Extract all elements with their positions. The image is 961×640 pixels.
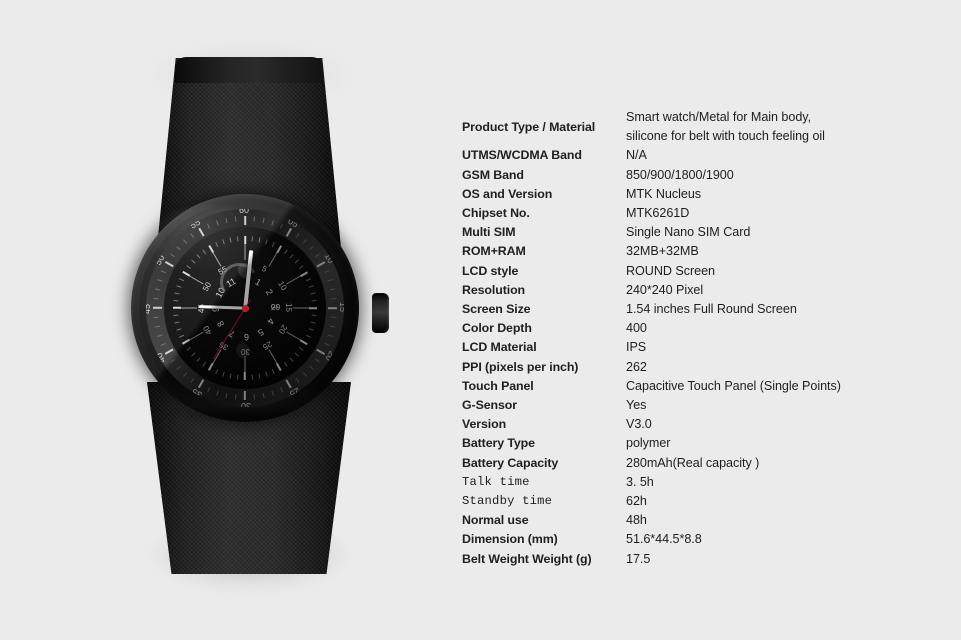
spec-row: Battery Capacity 280mAh(Real capacity ) (462, 454, 952, 473)
spec-row: Chipset No. MTK6261D (462, 204, 952, 223)
spec-row: Resolution 240*240 Pixel (462, 281, 952, 300)
spec-label: Normal use (462, 513, 529, 528)
spec-row: OS and Version MTK Nucleus (462, 185, 952, 204)
spec-label: PPI (pixels per inch) (462, 359, 579, 374)
bezel-numeral: 30 (240, 401, 251, 407)
dial-hour-numeral: 4 (265, 316, 277, 326)
spec-value: 51.6*44.5*8.8 (626, 532, 702, 547)
spec-row: Standby time 62h (462, 492, 952, 511)
spec-value: Capacitive Touch Panel (Single Points) (626, 378, 841, 393)
spec-value-line: Smart watch/Metal for Main body, (626, 110, 812, 124)
spec-label: GSM Band (462, 167, 524, 182)
spec-value: 48h (626, 513, 647, 528)
spec-value: polymer (626, 436, 671, 451)
dial-date-indicator: 29 (271, 303, 281, 312)
spec-label: Belt Weight Weight (g) (462, 551, 592, 566)
spec-label: Talk time (462, 474, 530, 489)
specification-table: Product Type / Material Smart watch/Metal… (462, 108, 952, 569)
spec-label: Resolution (462, 282, 526, 297)
spec-row: Dimension (mm) 51.6*44.5*8.8 (462, 530, 952, 549)
spec-value: Yes (626, 398, 647, 413)
spec-label: Screen Size (462, 302, 531, 317)
dial-hour-numeral: 6 (243, 332, 249, 342)
spec-value: IPS (626, 340, 647, 355)
spec-row: Product Type / Material Smart watch/Metal… (462, 108, 952, 146)
spec-value: Smart watch/Metal for Main body, silicone… (626, 108, 952, 146)
spec-value-line: silicone for belt with touch feeling oil (626, 129, 825, 144)
spec-row: ROM+RAM 32MB+32MB (462, 242, 952, 261)
spec-value: 262 (626, 359, 647, 374)
spec-label: Touch Panel (462, 378, 534, 393)
watch-strap-top-edge (175, 57, 323, 83)
spec-label: Chipset No. (462, 206, 530, 221)
spec-row: UTMS/WCDMA Band N/A (462, 146, 952, 165)
spec-label: Product Type / Material (462, 119, 596, 134)
spec-label: Battery Capacity (462, 455, 559, 470)
spec-label: OS and Version (462, 186, 553, 201)
spec-value: MTK Nucleus (626, 186, 702, 201)
product-image-smartwatch: 60 05 10 15 20 25 30 35 40 45 50 55 5 10 15 20 25 30 35 40… (0, 0, 450, 640)
spec-label: LCD Material (462, 340, 537, 355)
product-spec-page: 60 05 10 15 20 25 30 35 40 45 50 55 5 10 15 20 25 30 35 40… (0, 0, 961, 640)
spec-label: Standby time (462, 494, 553, 509)
bezel-numeral: 15 (338, 302, 344, 313)
spec-label: UTMS/WCDMA Band (462, 148, 582, 163)
spec-row: Screen Size 1.54 inches Full Round Screen (462, 300, 952, 319)
spec-row: Touch Panel Capacitive Touch Panel (Singl… (462, 377, 952, 396)
spec-label: Color Depth (462, 321, 532, 336)
spec-row: G-Sensor Yes (462, 396, 952, 415)
spec-value: 240*240 Pixel (626, 282, 704, 297)
spec-label: Dimension (mm) (462, 532, 558, 547)
spec-value: ROUND Screen (626, 263, 715, 278)
spec-value: N/A (626, 148, 647, 163)
spec-value: Single Nano SIM Card (626, 225, 751, 240)
spec-value: 280mAh(Real capacity ) (626, 455, 760, 470)
spec-value: V3.0 (626, 417, 652, 432)
spec-row: Talk time 3. 5h (462, 473, 952, 492)
spec-row: Normal use 48h (462, 511, 952, 530)
spec-value: 850/900/1800/1900 (626, 167, 734, 182)
spec-row: Battery Type polymer (462, 434, 952, 453)
dial-hour-numeral: 8 (215, 319, 227, 329)
bezel-numeral: 45 (146, 303, 152, 314)
watch-dial: 5 10 15 20 25 30 35 40 45 50 55 1 2 3 4 5 6 7 8 9 10 11 29 (164, 227, 326, 389)
spec-value: 1.54 inches Full Round Screen (626, 302, 797, 317)
spec-label: G-Sensor (462, 398, 517, 413)
spec-row: GSM Band 850/900/1800/1900 (462, 166, 952, 185)
spec-row: Belt Weight Weight (g) 17.5 (462, 550, 952, 569)
spec-value: 400 (626, 321, 647, 336)
spec-value: 17.5 (626, 551, 651, 566)
spec-label: Multi SIM (462, 225, 516, 240)
spec-row: Multi SIM Single Nano SIM Card (462, 223, 952, 242)
spec-row: Color Depth 400 (462, 319, 952, 338)
dial-hour-numeral: 2 (263, 287, 275, 297)
spec-row: LCD style ROUND Screen (462, 262, 952, 281)
spec-value: 3. 5h (626, 474, 654, 489)
watch-crown-button[interactable] (372, 293, 389, 333)
spec-label: LCD style (462, 263, 519, 278)
spec-label: Battery Type (462, 436, 535, 451)
spec-value: 62h (626, 494, 647, 509)
spec-row: Version V3.0 (462, 415, 952, 434)
bezel-numeral: 60 (239, 209, 250, 215)
spec-label: ROM+RAM (462, 244, 526, 259)
spec-row: LCD Material IPS (462, 338, 952, 357)
spec-label: Version (462, 417, 507, 432)
spec-row: PPI (pixels per inch) 262 (462, 358, 952, 377)
dial-hour-numeral: 5 (256, 326, 266, 338)
spec-value: MTK6261D (626, 206, 690, 221)
watch-hand-cap (241, 304, 249, 312)
spec-value: 32MB+32MB (626, 244, 699, 259)
